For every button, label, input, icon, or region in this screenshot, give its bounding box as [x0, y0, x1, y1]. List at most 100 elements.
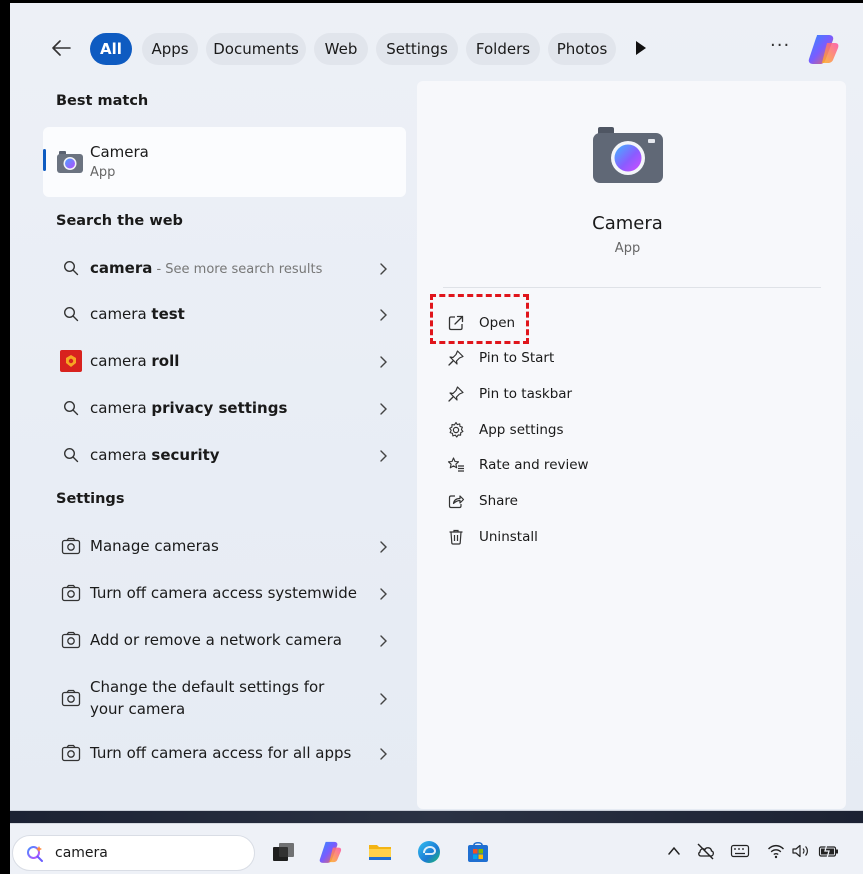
file-explorer-icon[interactable]	[367, 839, 393, 865]
filter-apps[interactable]: Apps	[142, 33, 198, 65]
settings-result-item[interactable]: Manage cameras	[43, 524, 406, 568]
trash-icon	[447, 528, 465, 546]
share-icon	[447, 492, 465, 510]
web-result-text: camera - See more search results	[90, 259, 322, 277]
open-external-icon	[447, 314, 465, 332]
search-icon	[59, 302, 83, 326]
best-match-heading: Best match	[56, 93, 149, 109]
gear-icon	[447, 421, 465, 439]
selection-indicator	[43, 149, 46, 171]
settings-heading: Settings	[56, 491, 125, 507]
settings-result-item[interactable]: Turn off camera access for all apps	[43, 731, 406, 775]
pin-icon	[447, 385, 465, 403]
filter-settings[interactable]: Settings	[376, 33, 458, 65]
details-subtitle: App	[614, 241, 641, 256]
volume-icon[interactable]	[791, 841, 811, 861]
best-match-title: Camera	[90, 143, 149, 161]
filter-all[interactable]: All	[90, 33, 132, 65]
settings-result-item[interactable]: Turn off camera access systemwide	[43, 571, 406, 615]
settings-result-text: Turn off camera access for all apps	[90, 744, 352, 762]
camera-roll-thumbnail-icon	[59, 349, 83, 373]
best-match-subtitle: App	[90, 165, 116, 180]
chevron-right-icon	[376, 401, 390, 415]
best-match-item[interactable]: Camera App	[43, 127, 406, 197]
back-arrow-icon[interactable]	[46, 33, 76, 63]
more-options-button[interactable]: ···	[770, 35, 790, 56]
web-result-text: camera roll	[90, 352, 180, 370]
settings-result-text: Turn off camera access systemwide	[90, 584, 357, 602]
pin-to-taskbar-label: Pin to taskbar	[479, 386, 573, 402]
filter-documents[interactable]: Documents	[206, 33, 306, 65]
copilot-icon[interactable]	[805, 31, 841, 67]
chevron-right-icon	[376, 307, 390, 321]
web-result-item[interactable]: camera security	[43, 433, 406, 477]
web-result-text: camera privacy settings	[90, 399, 288, 417]
filter-web[interactable]: Web	[314, 33, 368, 65]
chevron-right-icon	[376, 691, 390, 705]
pin-icon	[447, 349, 465, 367]
camera-settings-icon	[59, 741, 83, 765]
settings-result-text: Change the default settings for your cam…	[90, 678, 325, 718]
web-result-item[interactable]: camera privacy settings	[43, 386, 406, 430]
settings-result-text: Add or remove a network camera	[90, 631, 342, 649]
wifi-icon[interactable]	[767, 841, 785, 861]
open-label: Open	[479, 315, 516, 331]
keyboard-icon[interactable]	[730, 841, 750, 861]
task-view-icon[interactable]	[270, 839, 296, 865]
web-result-hint: - See more search results	[152, 262, 323, 277]
camera-settings-icon	[59, 534, 83, 558]
search-icon	[59, 396, 83, 420]
web-result-item[interactable]: camera roll	[43, 339, 406, 383]
uninstall-label: Uninstall	[479, 529, 538, 545]
filter-folders[interactable]: Folders	[466, 33, 540, 65]
chevron-right-icon	[376, 354, 390, 368]
desktop: All Apps Documents Web Settings Folders …	[0, 0, 863, 874]
search-panel: All Apps Documents Web Settings Folders …	[10, 3, 863, 811]
chevron-up-icon[interactable]	[667, 841, 681, 861]
taskbar-search-value: camera	[55, 845, 108, 861]
web-result-text: camera security	[90, 446, 220, 464]
rate-and-review-label: Rate and review	[479, 457, 589, 473]
chevron-right-icon	[376, 586, 390, 600]
chevron-right-icon	[376, 539, 390, 553]
more-filters-play-icon[interactable]	[635, 40, 647, 56]
web-result-text: camera test	[90, 305, 185, 323]
cloud-off-icon[interactable]	[696, 841, 716, 861]
chevron-right-icon	[376, 746, 390, 760]
app-settings-label: App settings	[479, 422, 564, 438]
camera-settings-icon	[59, 686, 83, 710]
chevron-right-icon	[376, 261, 390, 275]
share-label: Share	[479, 493, 518, 509]
settings-result-item[interactable]: Change the default settings for your cam…	[43, 672, 406, 724]
search-web-heading: Search the web	[56, 213, 183, 229]
screen-edge	[0, 0, 10, 874]
filter-photos[interactable]: Photos	[548, 33, 616, 65]
search-icon	[59, 443, 83, 467]
settings-result-item[interactable]: Add or remove a network camera	[43, 618, 406, 662]
settings-result-text: Manage cameras	[90, 537, 219, 555]
chevron-right-icon	[376, 448, 390, 462]
details-pane: Camera App Open Pin to Start Pin to task…	[417, 81, 846, 809]
chevron-right-icon	[376, 633, 390, 647]
camera-settings-icon	[59, 628, 83, 652]
search-icon	[59, 256, 83, 280]
details-title: Camera	[592, 213, 663, 234]
copilot-icon[interactable]	[317, 839, 343, 865]
camera-app-large-icon	[592, 125, 664, 185]
details-divider	[443, 287, 821, 288]
search-icon	[25, 844, 45, 864]
camera-app-icon	[56, 149, 84, 175]
taskbar-search-box[interactable]: camera	[12, 835, 255, 871]
web-result-query: camera	[90, 259, 153, 277]
taskbar: camera	[10, 823, 863, 874]
camera-settings-icon	[59, 581, 83, 605]
wallpaper-strip	[10, 811, 863, 823]
star-review-icon	[447, 456, 465, 474]
store-icon[interactable]	[465, 839, 491, 865]
battery-icon[interactable]	[818, 841, 840, 861]
edge-icon[interactable]	[416, 839, 442, 865]
web-result-item[interactable]: camera - See more search results	[43, 246, 406, 290]
web-result-item[interactable]: camera test	[43, 292, 406, 336]
pin-to-start-label: Pin to Start	[479, 350, 555, 366]
filter-bar: All Apps Documents Web Settings Folders …	[10, 3, 863, 83]
